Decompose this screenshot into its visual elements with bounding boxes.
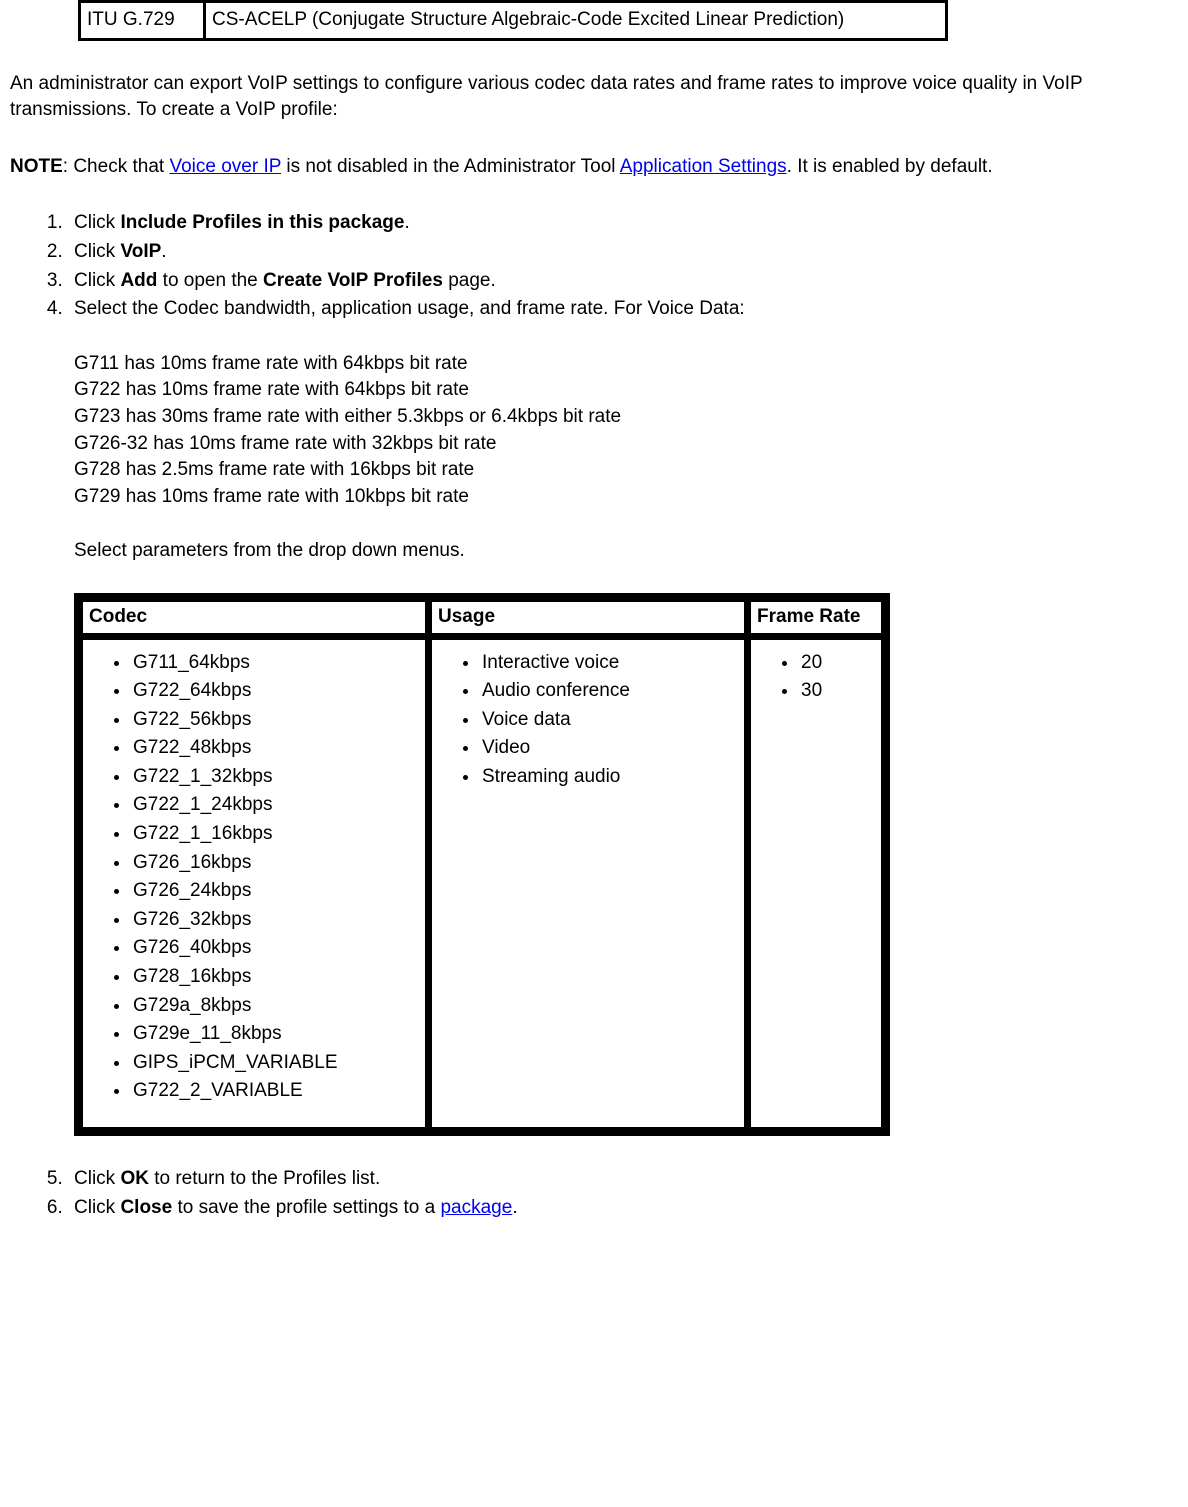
step-2-after: . — [161, 241, 166, 262]
step-1: Click Include Profiles in this package. — [68, 210, 1178, 237]
select-params-text: Select parameters from the drop down men… — [74, 538, 1178, 565]
codec-desc-cell: CS-ACELP (Conjugate Structure Algebraic-… — [205, 2, 947, 40]
list-item: G722_1_24kbps — [131, 792, 419, 819]
list-item: G729e_11_8kbps — [131, 1021, 419, 1048]
step-6-text: Click — [74, 1197, 120, 1218]
list-item: G722_1_16kbps — [131, 821, 419, 848]
intro-paragraph: An administrator can export VoIP setting… — [10, 71, 1178, 124]
usage-cell: Interactive voice Audio conference Voice… — [430, 638, 746, 1130]
step-1-text: Click — [74, 212, 120, 233]
step-5: Click OK to return to the Profiles list. — [68, 1166, 1178, 1193]
step-4: Select the Codec bandwidth, application … — [68, 296, 1178, 1136]
step-5-text: Click — [74, 1168, 120, 1189]
step-6-bold: Close — [120, 1197, 172, 1218]
step-3-bold1: Add — [120, 270, 157, 291]
parameters-table: Codec Usage Frame Rate G711_64kbps G722_… — [74, 593, 890, 1136]
list-item: GIPS_iPCM_VARIABLE — [131, 1050, 419, 1077]
step-6-after: . — [512, 1197, 517, 1218]
step-5-after: to return to the Profiles list. — [149, 1168, 380, 1189]
list-item: G726_32kbps — [131, 907, 419, 934]
voice-data-line: G728 has 2.5ms frame rate with 16kbps bi… — [74, 457, 1178, 484]
voice-data-block: G711 has 10ms frame rate with 64kbps bit… — [74, 351, 1178, 511]
note-paragraph: NOTE: Check that Voice over IP is not di… — [10, 154, 1178, 181]
codec-header: Codec — [81, 600, 427, 635]
list-item: Audio conference — [480, 678, 738, 705]
voice-over-ip-link[interactable]: Voice over IP — [169, 156, 281, 177]
list-item: G729a_8kbps — [131, 993, 419, 1020]
usage-list: Interactive voice Audio conference Voice… — [438, 650, 738, 791]
application-settings-link[interactable]: Application Settings — [620, 156, 787, 177]
list-item: G722_1_32kbps — [131, 764, 419, 791]
note-text-3: . It is enabled by default. — [787, 156, 993, 177]
voice-data-line: G726-32 has 10ms frame rate with 32kbps … — [74, 431, 1178, 458]
step-2: Click VoIP. — [68, 239, 1178, 266]
step-3-text: Click — [74, 270, 120, 291]
step-3-after: page. — [443, 270, 496, 291]
note-text-2: is not disabled in the Administrator Too… — [281, 156, 620, 177]
step-4-text: Select the Codec bandwidth, application … — [74, 298, 745, 319]
codec-definition-table: ITU G.729 CS-ACELP (Conjugate Structure … — [78, 0, 948, 41]
list-item: G711_64kbps — [131, 650, 419, 677]
frame-rate-cell: 20 30 — [749, 638, 883, 1130]
voice-data-line: G723 has 30ms frame rate with either 5.3… — [74, 404, 1178, 431]
list-item: G726_24kbps — [131, 878, 419, 905]
step-6-mid: to save the profile settings to a — [172, 1197, 440, 1218]
step-2-bold: VoIP — [120, 241, 161, 262]
list-item: G722_64kbps — [131, 678, 419, 705]
step-3-mid: to open the — [157, 270, 263, 291]
step-6: Click Close to save the profile settings… — [68, 1195, 1178, 1222]
step-3-bold2: Create VoIP Profiles — [263, 270, 443, 291]
list-item: G726_40kbps — [131, 935, 419, 962]
note-label: NOTE — [10, 156, 63, 177]
list-item: Interactive voice — [480, 650, 738, 677]
usage-header: Usage — [430, 600, 746, 635]
list-item: G728_16kbps — [131, 964, 419, 991]
step-1-after: . — [404, 212, 409, 233]
list-item: Voice data — [480, 707, 738, 734]
list-item: G726_16kbps — [131, 850, 419, 877]
package-link[interactable]: package — [440, 1197, 512, 1218]
voice-data-line: G711 has 10ms frame rate with 64kbps bit… — [74, 351, 1178, 378]
note-text-1: : Check that — [63, 156, 170, 177]
step-3: Click Add to open the Create VoIP Profil… — [68, 268, 1178, 295]
voice-data-line: G729 has 10ms frame rate with 10kbps bit… — [74, 484, 1178, 511]
list-item: Streaming audio — [480, 764, 738, 791]
codec-list: G711_64kbps G722_64kbps G722_56kbps G722… — [89, 650, 419, 1106]
list-item: 20 — [799, 650, 875, 677]
frame-rate-header: Frame Rate — [749, 600, 883, 635]
step-5-bold: OK — [120, 1168, 149, 1189]
codec-name-cell: ITU G.729 — [80, 2, 205, 40]
step-2-text: Click — [74, 241, 120, 262]
list-item: Video — [480, 735, 738, 762]
list-item: G722_2_VARIABLE — [131, 1078, 419, 1105]
list-item: G722_48kbps — [131, 735, 419, 762]
frame-rate-list: 20 30 — [757, 650, 875, 705]
list-item: G722_56kbps — [131, 707, 419, 734]
voice-data-line: G722 has 10ms frame rate with 64kbps bit… — [74, 377, 1178, 404]
step-1-bold: Include Profiles in this package — [120, 212, 404, 233]
list-item: 30 — [799, 678, 875, 705]
codec-cell: G711_64kbps G722_64kbps G722_56kbps G722… — [81, 638, 427, 1130]
steps-list: Click Include Profiles in this package. … — [10, 210, 1178, 1221]
